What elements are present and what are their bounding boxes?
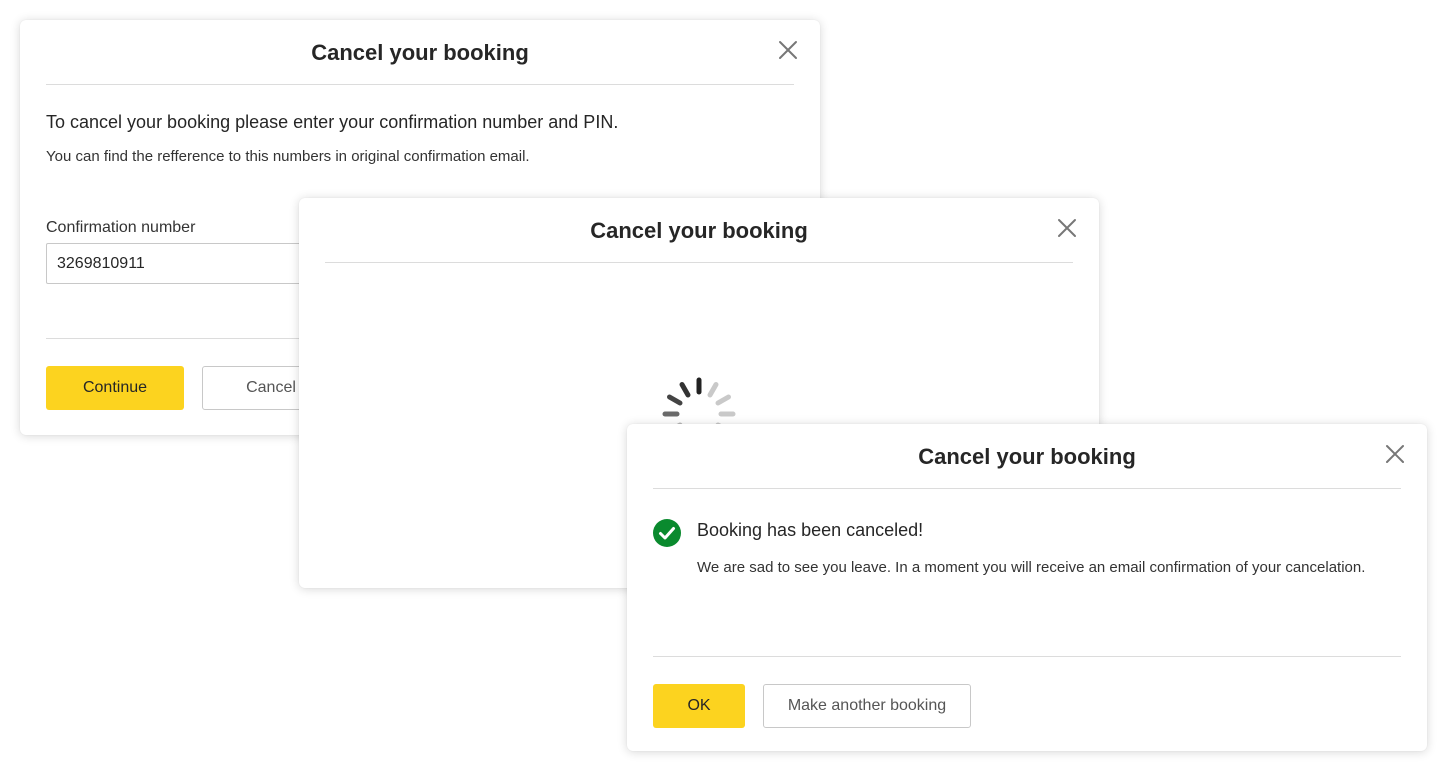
header-divider [325,262,1073,263]
instructions-text: To cancel your booking please enter your… [46,112,619,132]
make-another-booking-button[interactable]: Make another booking [763,684,971,728]
success-heading: Booking has been canceled! [697,520,924,540]
header-divider [46,84,794,85]
success-message: We are sad to see you leave. In a moment… [697,559,1366,576]
ok-button[interactable]: OK [653,684,745,728]
close-icon[interactable] [1056,217,1078,239]
modal-title: Cancel your booking [590,218,808,243]
confirmation-number-label: Confirmation number [46,219,196,236]
check-circle-icon [653,519,681,547]
continue-button[interactable]: Continue [46,366,184,410]
instructions-subtext: You can find the refference to this numb… [46,148,530,165]
modal-title: Cancel your booking [311,40,529,65]
close-icon[interactable] [1384,443,1406,465]
cancel-booking-success-modal: Cancel your booking Booking has been can… [627,424,1427,751]
header-divider [653,488,1401,489]
close-icon[interactable] [777,39,799,61]
stage: Cancel your booking To cancel your booki… [0,0,1447,772]
modal-title: Cancel your booking [918,444,1136,469]
footer-divider [653,656,1401,657]
